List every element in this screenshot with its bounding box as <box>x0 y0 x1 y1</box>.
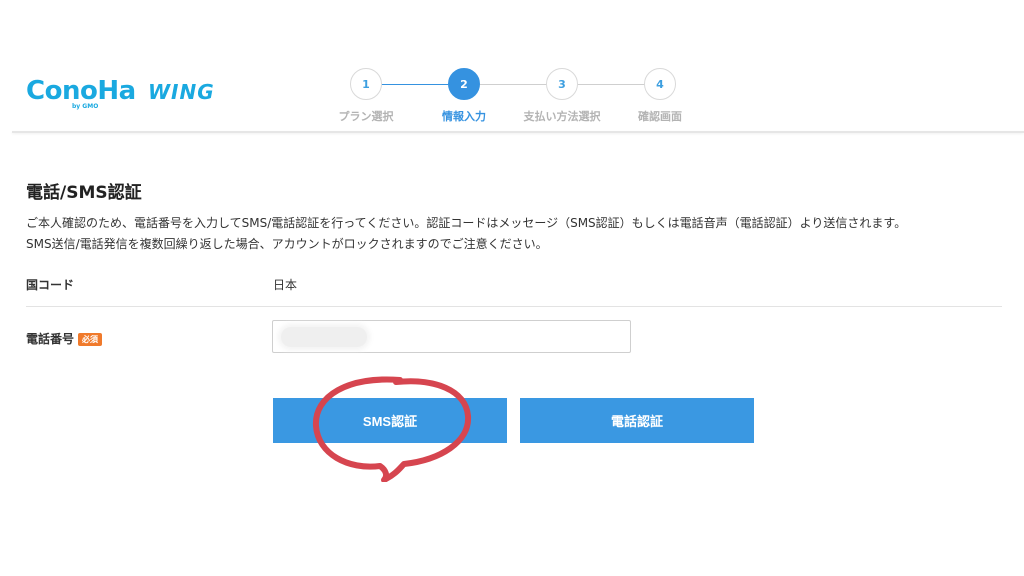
step-connector-3-4 <box>578 84 652 85</box>
step-connector-2-3 <box>480 84 554 85</box>
country-code-value: 日本 <box>273 278 298 292</box>
logo-wing-text: WING <box>148 80 215 104</box>
instructions-line-2: SMS送信/電話発信を複数回繰り返した場合、アカウントがロックされますのでご注意… <box>26 237 548 251</box>
step-2-label: 情報入力 <box>442 110 486 123</box>
redacted-phone-number <box>281 327 367 347</box>
step-connector-1-2 <box>382 84 456 85</box>
progress-stepper: 1 2 3 4 プラン選択 情報入力 支払い方法選択 確認画面 <box>338 68 700 124</box>
required-badge: 必須 <box>78 333 103 346</box>
instructions-line-1: ご本人確認のため、電話番号を入力してSMS/電話認証を行ってください。認証コード… <box>26 216 907 230</box>
phone-number-label: 電話番号 <box>26 332 75 346</box>
phone-verify-button[interactable]: 電話認証 <box>520 398 754 443</box>
step-4-circle: 4 <box>644 68 676 100</box>
form-divider <box>26 306 1002 307</box>
site-header: ConoHa by GMO WING 1 2 3 4 プラン選択 情報入力 支払… <box>0 0 1024 132</box>
phone-number-label-group: 電話番号 必須 <box>26 330 103 347</box>
conoha-wing-logo[interactable]: ConoHa by GMO WING <box>26 74 226 114</box>
page-title: 電話/SMS認証 <box>26 183 142 203</box>
step-3-circle: 3 <box>546 68 578 100</box>
phone-number-input[interactable] <box>272 320 631 353</box>
step-1-label: プラン選択 <box>338 110 394 123</box>
header-divider <box>12 131 1024 133</box>
step-3-label: 支払い方法選択 <box>523 110 601 123</box>
instructions-text: ご本人確認のため、電話番号を入力してSMS/電話認証を行ってください。認証コード… <box>26 213 1016 255</box>
step-4-label: 確認画面 <box>638 110 682 123</box>
logo-by-gmo-text: by GMO <box>72 103 99 110</box>
step-2-circle: 2 <box>448 68 480 100</box>
country-code-label: 国コード <box>26 278 75 292</box>
sms-verify-button[interactable]: SMS認証 <box>273 398 507 443</box>
step-1-circle: 1 <box>350 68 382 100</box>
